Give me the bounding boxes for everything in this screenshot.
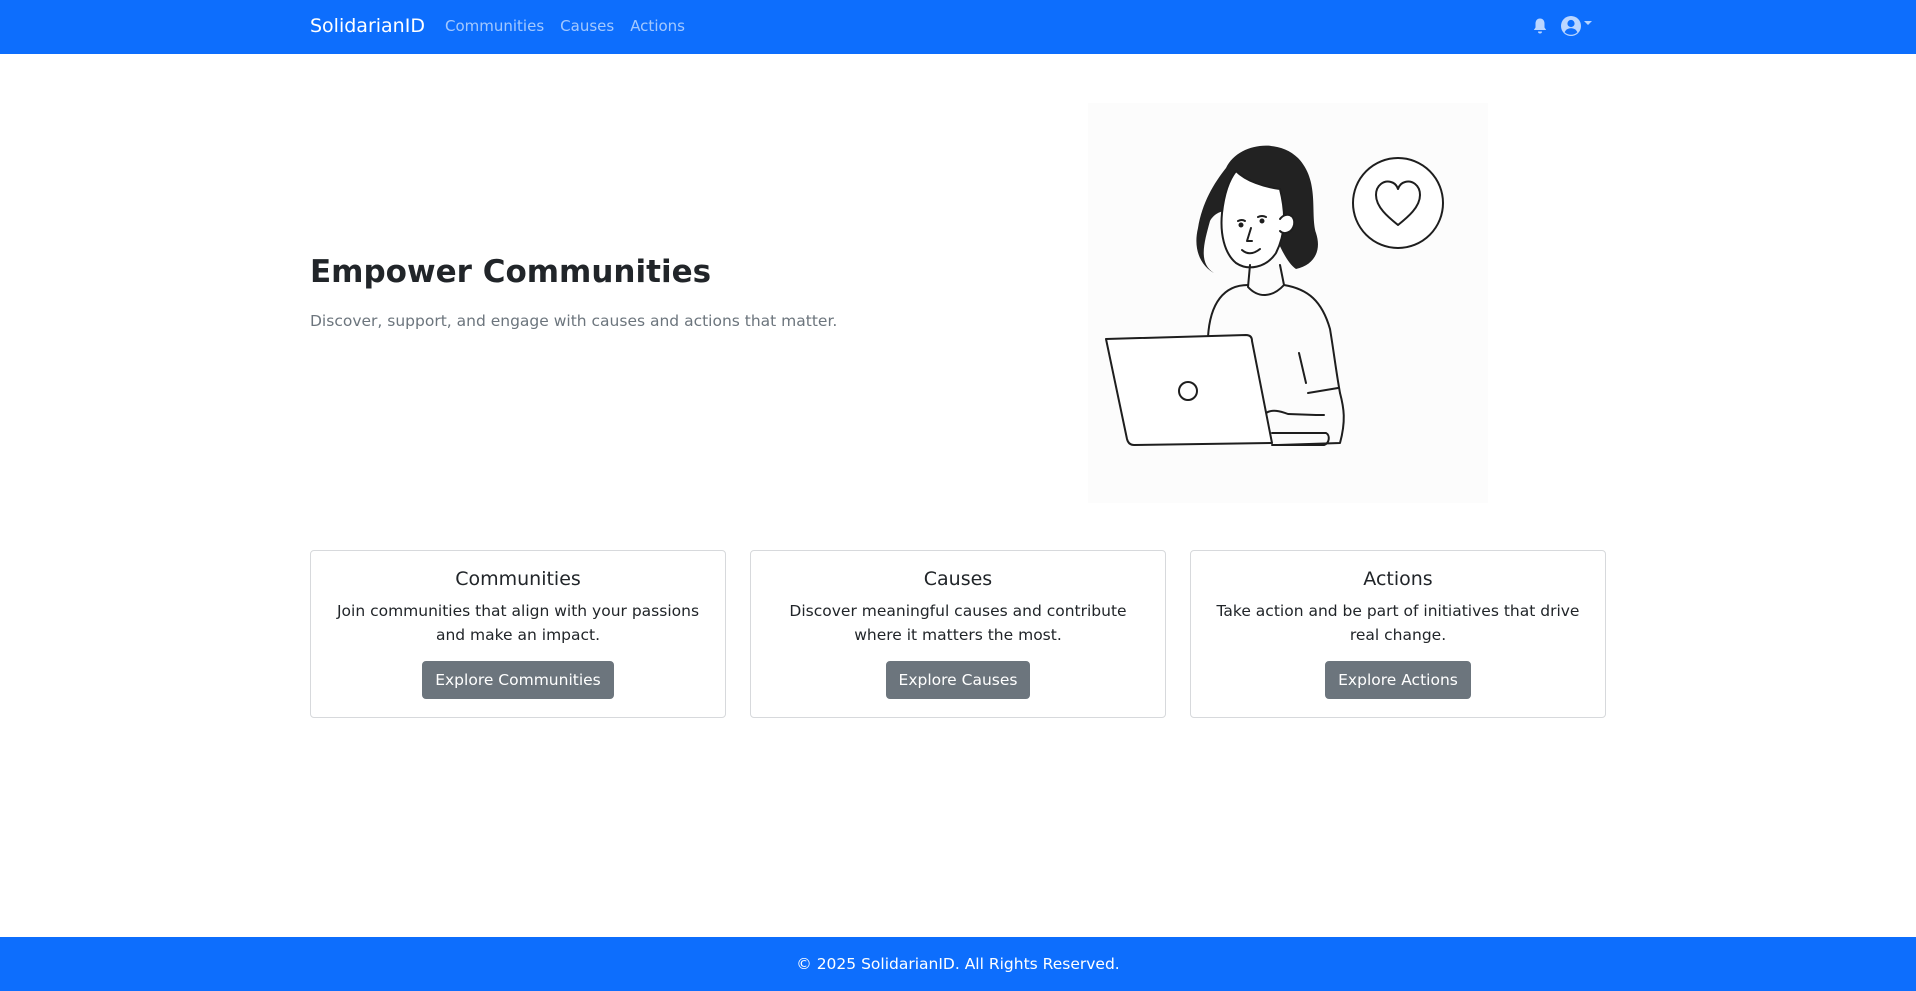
brand-link[interactable]: SolidarianID [310, 14, 425, 38]
card-text: Take action and be part of initiatives t… [1216, 602, 1580, 644]
top-navbar: SolidarianID Communities Causes Actions [0, 0, 1916, 54]
card-title: Communities [455, 568, 581, 590]
card-causes: Causes Discover meaningful causes and co… [750, 550, 1166, 718]
explore-communities-button[interactable]: Explore Communities [422, 661, 614, 699]
hero-title: Empower Communities [310, 254, 712, 290]
nav-link-actions[interactable]: Actions [630, 16, 685, 36]
explore-actions-button[interactable]: Explore Actions [1325, 661, 1471, 699]
card-title: Actions [1363, 568, 1433, 590]
footer: © 2025 SolidarianID. All Rights Reserved… [0, 937, 1916, 991]
copyright-text: © 2025 SolidarianID. All Rights Reserved… [796, 955, 1120, 973]
bell-icon[interactable] [1530, 14, 1550, 38]
user-circle-icon [1561, 16, 1581, 36]
chevron-down-icon [1584, 21, 1592, 25]
card-communities: Communities Join communities that align … [310, 550, 726, 718]
feature-cards: Communities Join communities that align … [310, 550, 1606, 718]
card-actions: Actions Take action and be part of initi… [1190, 550, 1606, 718]
nav-link-communities[interactable]: Communities [445, 16, 544, 36]
user-menu-dropdown[interactable] [1560, 14, 1596, 38]
hero-illustration [1088, 103, 1488, 503]
card-title: Causes [923, 568, 993, 590]
navbar-actions [1530, 14, 1596, 38]
nav-link-causes[interactable]: Causes [560, 16, 614, 36]
card-text: Join communities that align with your pa… [336, 602, 700, 644]
explore-causes-button[interactable]: Explore Causes [885, 661, 1031, 699]
nav-links: Communities Causes Actions [445, 16, 685, 36]
hero-subtitle: Discover, support, and engage with cause… [310, 312, 838, 330]
card-text: Discover meaningful causes and contribut… [789, 602, 1127, 644]
